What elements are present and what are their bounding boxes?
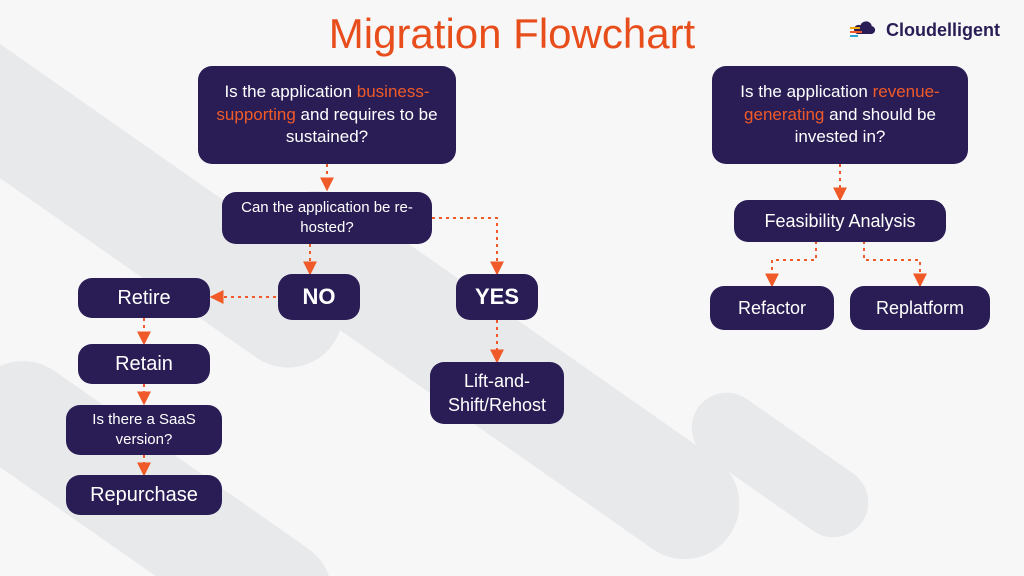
node-replatform: Replatform [850,286,990,330]
node-q-rehost: Can the application be re-hosted? [222,192,432,244]
node-no: NO [278,274,360,320]
bars-icon [850,24,864,42]
node-yes: YES [456,274,538,320]
brand-name: Cloudelligent [886,20,1000,41]
node-lift-and-shift: Lift-and-Shift/Rehost [430,362,564,424]
node-refactor: Refactor [710,286,834,330]
text-pre: Is the application [224,82,356,101]
text-post: and requires to be sustained? [286,105,438,147]
node-q-business-supporting: Is the application business-supporting a… [198,66,456,164]
flowchart-canvas: Is the application business-supporting a… [0,0,1024,576]
text-pre: Is the application [740,82,872,101]
node-q-saas: Is there a SaaS version? [66,405,222,455]
node-repurchase: Repurchase [66,475,222,515]
node-q-revenue-generating: Is the application revenue-generating an… [712,66,968,164]
node-retain: Retain [78,344,210,384]
node-feasibility-analysis: Feasibility Analysis [734,200,946,242]
brand-logo: Cloudelligent [852,18,1000,43]
node-retire: Retire [78,278,210,318]
